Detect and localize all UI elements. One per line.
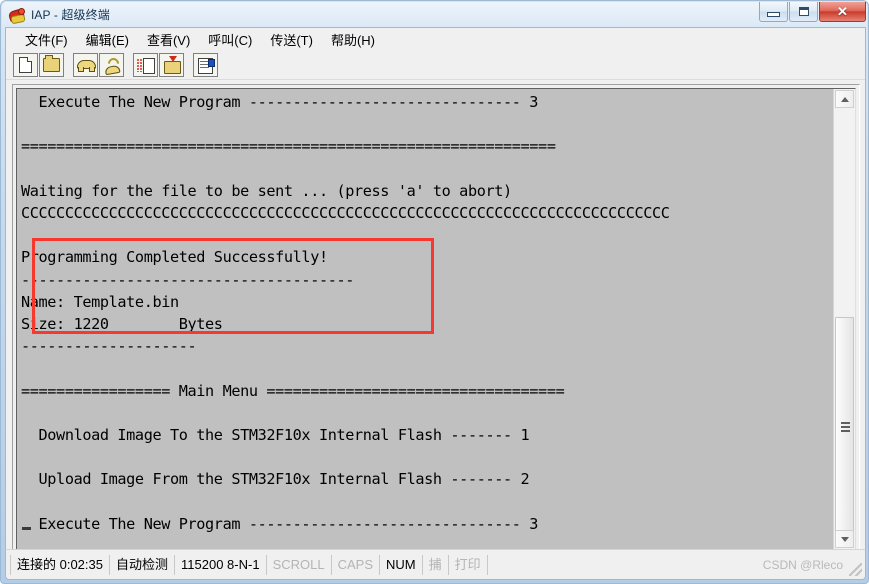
- menu-item-call[interactable]: 呼叫(C): [199, 28, 261, 52]
- application-window: IAP - 超级终端 ✕ 文件(F) 编辑(E) 查看(V) 呼叫(C) 传送(…: [0, 0, 869, 584]
- status-bar: 连接的 0:02:35 自动检测 115200 8-N-1 SCROLL CAP…: [5, 549, 866, 580]
- call-button[interactable]: [73, 53, 98, 77]
- new-file-icon: [19, 57, 32, 73]
- menu-item-help[interactable]: 帮助(H): [322, 28, 384, 52]
- send-file-icon: [136, 57, 155, 74]
- maximize-button[interactable]: [789, 2, 818, 22]
- terminal-screen[interactable]: Execute The New Program ----------------…: [17, 89, 840, 549]
- toolbar-separator-2: [125, 65, 133, 66]
- terminal-cursor: [22, 527, 31, 530]
- scroll-thumb-grip: [841, 422, 850, 432]
- close-icon: ✕: [837, 4, 848, 19]
- watermark: CSDN @Rleco: [762, 557, 843, 572]
- new-connection-button[interactable]: [13, 53, 38, 77]
- terminal-frame: Execute The New Program ----------------…: [12, 84, 860, 554]
- minimize-icon: [767, 11, 780, 17]
- status-scroll-lock: SCROLL: [267, 554, 332, 575]
- open-connection-button[interactable]: [39, 53, 64, 77]
- status-connection-time: 连接的 0:02:35: [10, 554, 110, 575]
- receive-file-button[interactable]: [159, 53, 184, 77]
- toolbar: [6, 51, 865, 80]
- open-folder-icon: [43, 55, 60, 72]
- scroll-thumb[interactable]: [835, 317, 854, 537]
- toolbar-separator-1: [65, 65, 73, 66]
- status-num-lock: NUM: [380, 554, 423, 575]
- client-area: 文件(F) 编辑(E) 查看(V) 呼叫(C) 传送(T) 帮助(H) Exec…: [5, 27, 866, 557]
- window-title: IAP - 超级终端: [31, 7, 110, 22]
- terminal-output-text: Execute The New Program ----------------…: [21, 93, 670, 533]
- toolbar-separator-3: [185, 65, 193, 66]
- menu-item-transfer[interactable]: 传送(T): [261, 28, 322, 52]
- call-phone-icon: [77, 59, 96, 72]
- properties-button[interactable]: [193, 53, 218, 77]
- minimize-button[interactable]: [759, 2, 788, 22]
- hyperterminal-icon: [7, 6, 26, 24]
- status-capture: 捕: [423, 554, 449, 575]
- terminal-inner-frame: Execute The New Program ----------------…: [16, 88, 856, 550]
- chevron-down-icon: [840, 536, 849, 542]
- close-button[interactable]: ✕: [819, 2, 866, 22]
- menu-bar: 文件(F) 编辑(E) 查看(V) 呼叫(C) 传送(T) 帮助(H): [6, 28, 865, 51]
- maximize-icon: [798, 7, 809, 16]
- chevron-up-icon: [840, 96, 849, 102]
- resize-grip[interactable]: [849, 563, 862, 576]
- receive-file-icon: [163, 56, 181, 74]
- status-caps-lock: CAPS: [332, 554, 380, 575]
- menu-item-file[interactable]: 文件(F): [16, 28, 77, 52]
- window-controls: ✕: [759, 2, 866, 22]
- title-bar: IAP - 超级终端 ✕: [1, 1, 869, 27]
- menu-item-view[interactable]: 查看(V): [138, 28, 199, 52]
- vertical-scrollbar[interactable]: [833, 89, 855, 549]
- scroll-down-arrow[interactable]: [835, 530, 854, 548]
- properties-icon: [197, 57, 215, 74]
- scroll-up-arrow[interactable]: [835, 90, 854, 108]
- send-file-button[interactable]: [133, 53, 158, 77]
- menu-item-edit[interactable]: 编辑(E): [77, 28, 138, 52]
- disconnect-button[interactable]: [99, 53, 124, 77]
- status-serial-settings: 115200 8-N-1: [175, 554, 267, 575]
- status-auto-detect: 自动检测: [110, 554, 176, 575]
- disconnect-phone-icon: [104, 55, 122, 75]
- status-print: 打印: [449, 554, 488, 575]
